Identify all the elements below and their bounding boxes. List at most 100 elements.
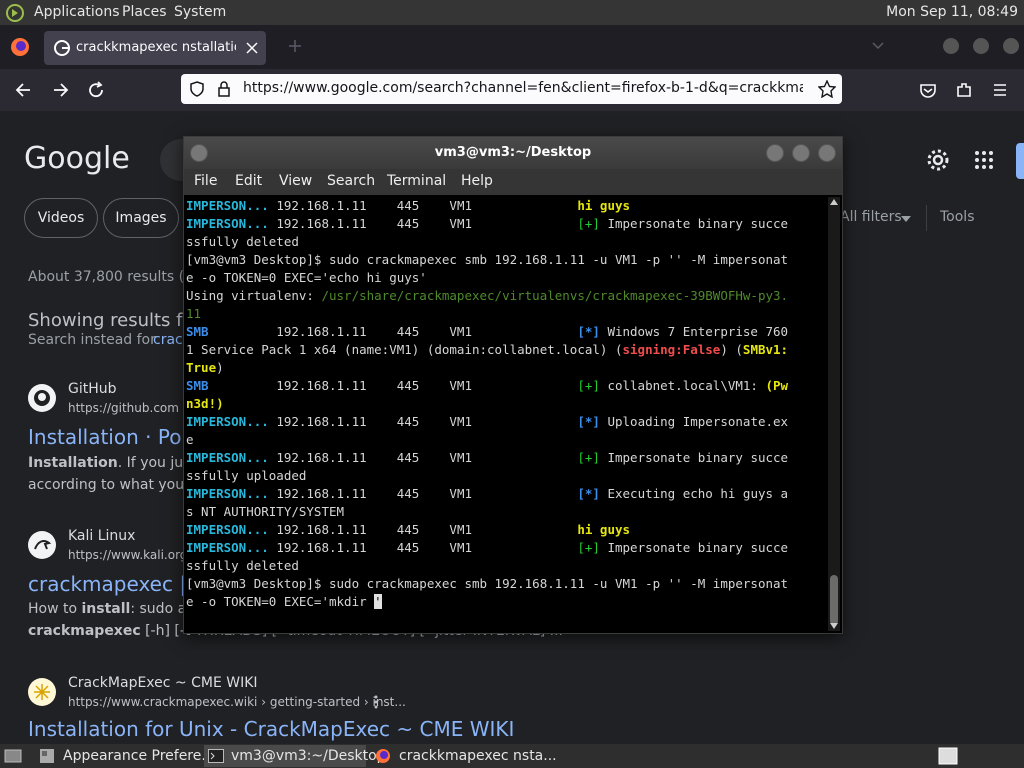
google-logo[interactable]: Google xyxy=(24,141,130,176)
result-3-cite[interactable]: https://www.crackmapexec.wiki › getting-… xyxy=(68,695,406,709)
task-appearance-preferences[interactable]: Appearance Prefere... xyxy=(36,745,215,767)
terminal-close-icon[interactable] xyxy=(818,144,836,162)
google-apps-icon[interactable] xyxy=(974,150,994,170)
terminal-text: [*] xyxy=(577,414,600,429)
result-1-title[interactable]: Installation · Porc xyxy=(28,425,200,449)
forward-icon[interactable] xyxy=(45,75,75,105)
terminal-line: IMPERSON... 192.168.1.11 445 VM1 [*] Upl… xyxy=(186,413,826,431)
pocket-icon[interactable] xyxy=(913,75,943,105)
menu-edit[interactable]: Edit xyxy=(235,173,262,189)
terminal-line: [vm3@vm3 Desktop]$ sudo crackmapexec smb… xyxy=(186,575,826,593)
back-icon[interactable] xyxy=(9,75,39,105)
chevron-down-icon[interactable] xyxy=(901,216,911,222)
task-terminal[interactable]: vm3@vm3:~/Desktop xyxy=(204,745,386,767)
url-bar[interactable]: https://www.google.com/search?channel=fe… xyxy=(181,74,842,104)
scroll-up-icon[interactable] xyxy=(830,199,838,205)
window-menu-icon[interactable] xyxy=(190,144,208,162)
terminal-line: IMPERSON... 192.168.1.11 445 VM1 [+] Imp… xyxy=(186,539,826,557)
maximize-icon[interactable] xyxy=(973,38,989,54)
places-menu[interactable]: Places xyxy=(122,4,167,20)
menu-help[interactable]: Help xyxy=(461,173,493,189)
settings-gear-icon[interactable] xyxy=(926,148,950,172)
terminal-scrollbar-thumb[interactable] xyxy=(830,575,838,625)
chip-images[interactable]: Images xyxy=(103,198,179,238)
terminal-text: n3d!) xyxy=(186,396,224,411)
task-firefox[interactable]: crackkmapexec nsta... xyxy=(372,745,557,767)
clock[interactable]: Mon Sep 11, 08:49 xyxy=(886,4,1018,20)
terminal-output[interactable]: IMPERSON... 192.168.1.11 445 VM1 hi guys… xyxy=(186,197,826,629)
tools-button[interactable]: Tools xyxy=(940,209,975,225)
terminal-text: SMB xyxy=(186,324,209,339)
menu-terminal[interactable]: Terminal xyxy=(387,173,446,189)
extensions-icon[interactable] xyxy=(949,75,979,105)
reload-icon[interactable] xyxy=(81,75,111,105)
showing-results-for: Showing results for xyxy=(28,310,201,331)
terminal-text: 192.168.1.11 445 VM1 xyxy=(268,414,578,429)
result-2-snippet: How to install: sudo apt xyxy=(28,601,201,617)
terminal-line: 1 Service Pack 1 x64 (name:VM1) (domain:… xyxy=(186,341,826,359)
terminal-text: signing:False xyxy=(622,342,721,357)
hamburger-menu-icon[interactable] xyxy=(985,75,1015,105)
result-3-title[interactable]: Installation for Unix - CrackMapExec ~ C… xyxy=(28,717,514,741)
terminal-text: 192.168.1.11 445 VM1 xyxy=(268,522,578,537)
terminal-line: [vm3@vm3 Desktop]$ sudo crackmapexec smb… xyxy=(186,251,826,269)
url-text[interactable]: https://www.google.com/search?channel=fe… xyxy=(243,80,803,96)
sign-in-button[interactable] xyxy=(1016,143,1024,179)
system-menu[interactable]: System xyxy=(174,4,226,20)
terminal-line: ssfully uploaded xyxy=(186,467,826,485)
result-2-title[interactable]: crackmapexec | K xyxy=(28,572,206,596)
bookmark-star-icon[interactable] xyxy=(818,80,836,98)
terminal-text: [+] xyxy=(577,378,600,393)
close-tab-icon[interactable] xyxy=(246,42,258,54)
terminal-minimize-icon[interactable] xyxy=(766,144,784,162)
lock-icon[interactable] xyxy=(217,81,231,97)
close-window-icon[interactable] xyxy=(1003,38,1019,54)
terminal-maximize-icon[interactable] xyxy=(792,144,810,162)
search-instead-link[interactable]: crac xyxy=(153,332,183,348)
applications-menu[interactable]: Applications xyxy=(34,4,120,20)
terminal-text: ssfully deleted xyxy=(186,558,299,573)
terminal-line: IMPERSON... 192.168.1.11 445 VM1 hi guys xyxy=(186,197,826,215)
firefox-view-icon[interactable] xyxy=(10,37,30,57)
terminal-text: Impersonate binary succe xyxy=(599,450,789,465)
more-options-icon[interactable] xyxy=(374,695,378,709)
terminal-text: [*] xyxy=(577,486,600,501)
minimize-icon[interactable] xyxy=(943,38,959,54)
show-desktop-icon[interactable] xyxy=(4,747,22,765)
all-filters-button[interactable]: All filters xyxy=(840,209,902,225)
result-2-cite[interactable]: https://www.kali.org › xyxy=(68,548,196,562)
terminal-line: True) xyxy=(186,359,826,377)
workspace-switcher-icon[interactable] xyxy=(938,747,958,765)
terminal-text: collabnet.local\VM1: xyxy=(599,378,766,393)
scroll-down-icon[interactable] xyxy=(830,623,838,629)
result-count: About 37,800 results (0.5 xyxy=(28,269,207,285)
terminal-line: ssfully deleted xyxy=(186,233,826,251)
menu-view[interactable]: View xyxy=(279,173,312,189)
result-3-site[interactable]: CrackMapExec ~ CME WIKI xyxy=(68,675,258,691)
terminal-text: [vm3@vm3 Desktop]$ sudo crackmapexec smb… xyxy=(186,576,789,591)
terminal-line: e xyxy=(186,431,826,449)
terminal-text: 192.168.1.11 445 VM1 xyxy=(268,216,578,231)
result-2-site[interactable]: Kali Linux xyxy=(68,528,135,544)
tracking-protection-icon[interactable] xyxy=(189,81,205,97)
terminal-scrollbar[interactable] xyxy=(828,197,840,631)
terminal-text: 192.168.1.11 445 VM1 xyxy=(268,450,578,465)
search-instead-for: Search instead for xyxy=(28,332,156,348)
list-all-tabs-icon[interactable] xyxy=(872,41,884,51)
tab-title: crackkmapexec nstallation xyxy=(76,40,236,55)
new-tab-icon[interactable] xyxy=(288,39,302,53)
result-1-cite[interactable]: https://github.com › C xyxy=(68,401,200,415)
kali-favicon-icon xyxy=(28,531,56,559)
result-1-site[interactable]: GitHub xyxy=(68,381,117,397)
chip-videos[interactable]: Videos xyxy=(24,198,98,238)
terminal-titlebar[interactable]: vm3@vm3:~/Desktop xyxy=(184,137,842,169)
menu-file[interactable]: File xyxy=(194,173,217,189)
tab-google-search[interactable]: crackkmapexec nstallation xyxy=(44,31,266,65)
terminal-text: 1 Service Pack 1 x64 (name:VM1) (domain:… xyxy=(186,342,623,357)
distro-logo-icon[interactable] xyxy=(6,4,24,22)
snippet-bold: Installation xyxy=(28,455,118,471)
terminal-window[interactable]: vm3@vm3:~/Desktop File Edit View Search … xyxy=(183,136,843,634)
menu-search[interactable]: Search xyxy=(327,173,375,189)
terminal-text: 192.168.1.11 445 VM1 xyxy=(268,540,578,555)
terminal-icon xyxy=(208,749,224,763)
